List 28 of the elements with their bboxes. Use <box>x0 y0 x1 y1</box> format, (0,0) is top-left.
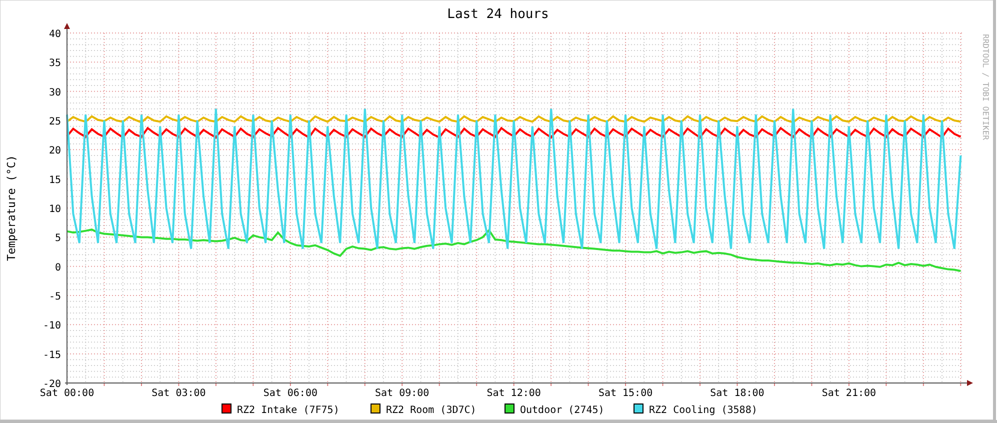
tick-label: 0 <box>54 262 61 274</box>
tick-label: 30 <box>48 87 61 98</box>
tick-label: 5 <box>54 233 61 244</box>
tick-label: 15 <box>48 174 61 186</box>
tick-label: 20 <box>48 146 61 157</box>
tick-label: Sat 06:00 <box>263 388 318 399</box>
tick-label: -5 <box>48 292 61 302</box>
tick-label: 10 <box>48 204 61 215</box>
tick-label: 40 <box>48 29 61 40</box>
tick-label: -15 <box>42 350 61 361</box>
chart-title: Last 24 hours <box>447 7 549 22</box>
tick-label: -10 <box>42 320 61 332</box>
tick-label: Sat 21:00 <box>822 388 876 399</box>
legend-label: RZ2 Intake (7F75) <box>237 405 340 416</box>
credit-text: RRDTOOL / TOBI OETIKER <box>981 34 990 140</box>
tick-label: Sat 00:00 <box>40 388 94 399</box>
tick-label: Sat 12:00 <box>486 388 541 399</box>
axis-label: Temperature (°C) <box>5 155 18 261</box>
tick-label: Sat 15:00 <box>598 388 653 399</box>
tick-label: Sat 09:00 <box>375 388 430 399</box>
tick-label: 35 <box>48 58 61 70</box>
tick-label: 25 <box>48 116 61 128</box>
tick-label: Sat 03:00 <box>152 388 206 399</box>
tick-label: Sat 18:00 <box>710 388 764 399</box>
legend-label: RZ2 Room (3D7C) <box>386 405 476 416</box>
tick-label: -20 <box>42 379 61 390</box>
legend-label: RZ2 Cooling (3588) <box>649 405 758 416</box>
legend-label: Outdoor (2745) <box>520 405 604 416</box>
